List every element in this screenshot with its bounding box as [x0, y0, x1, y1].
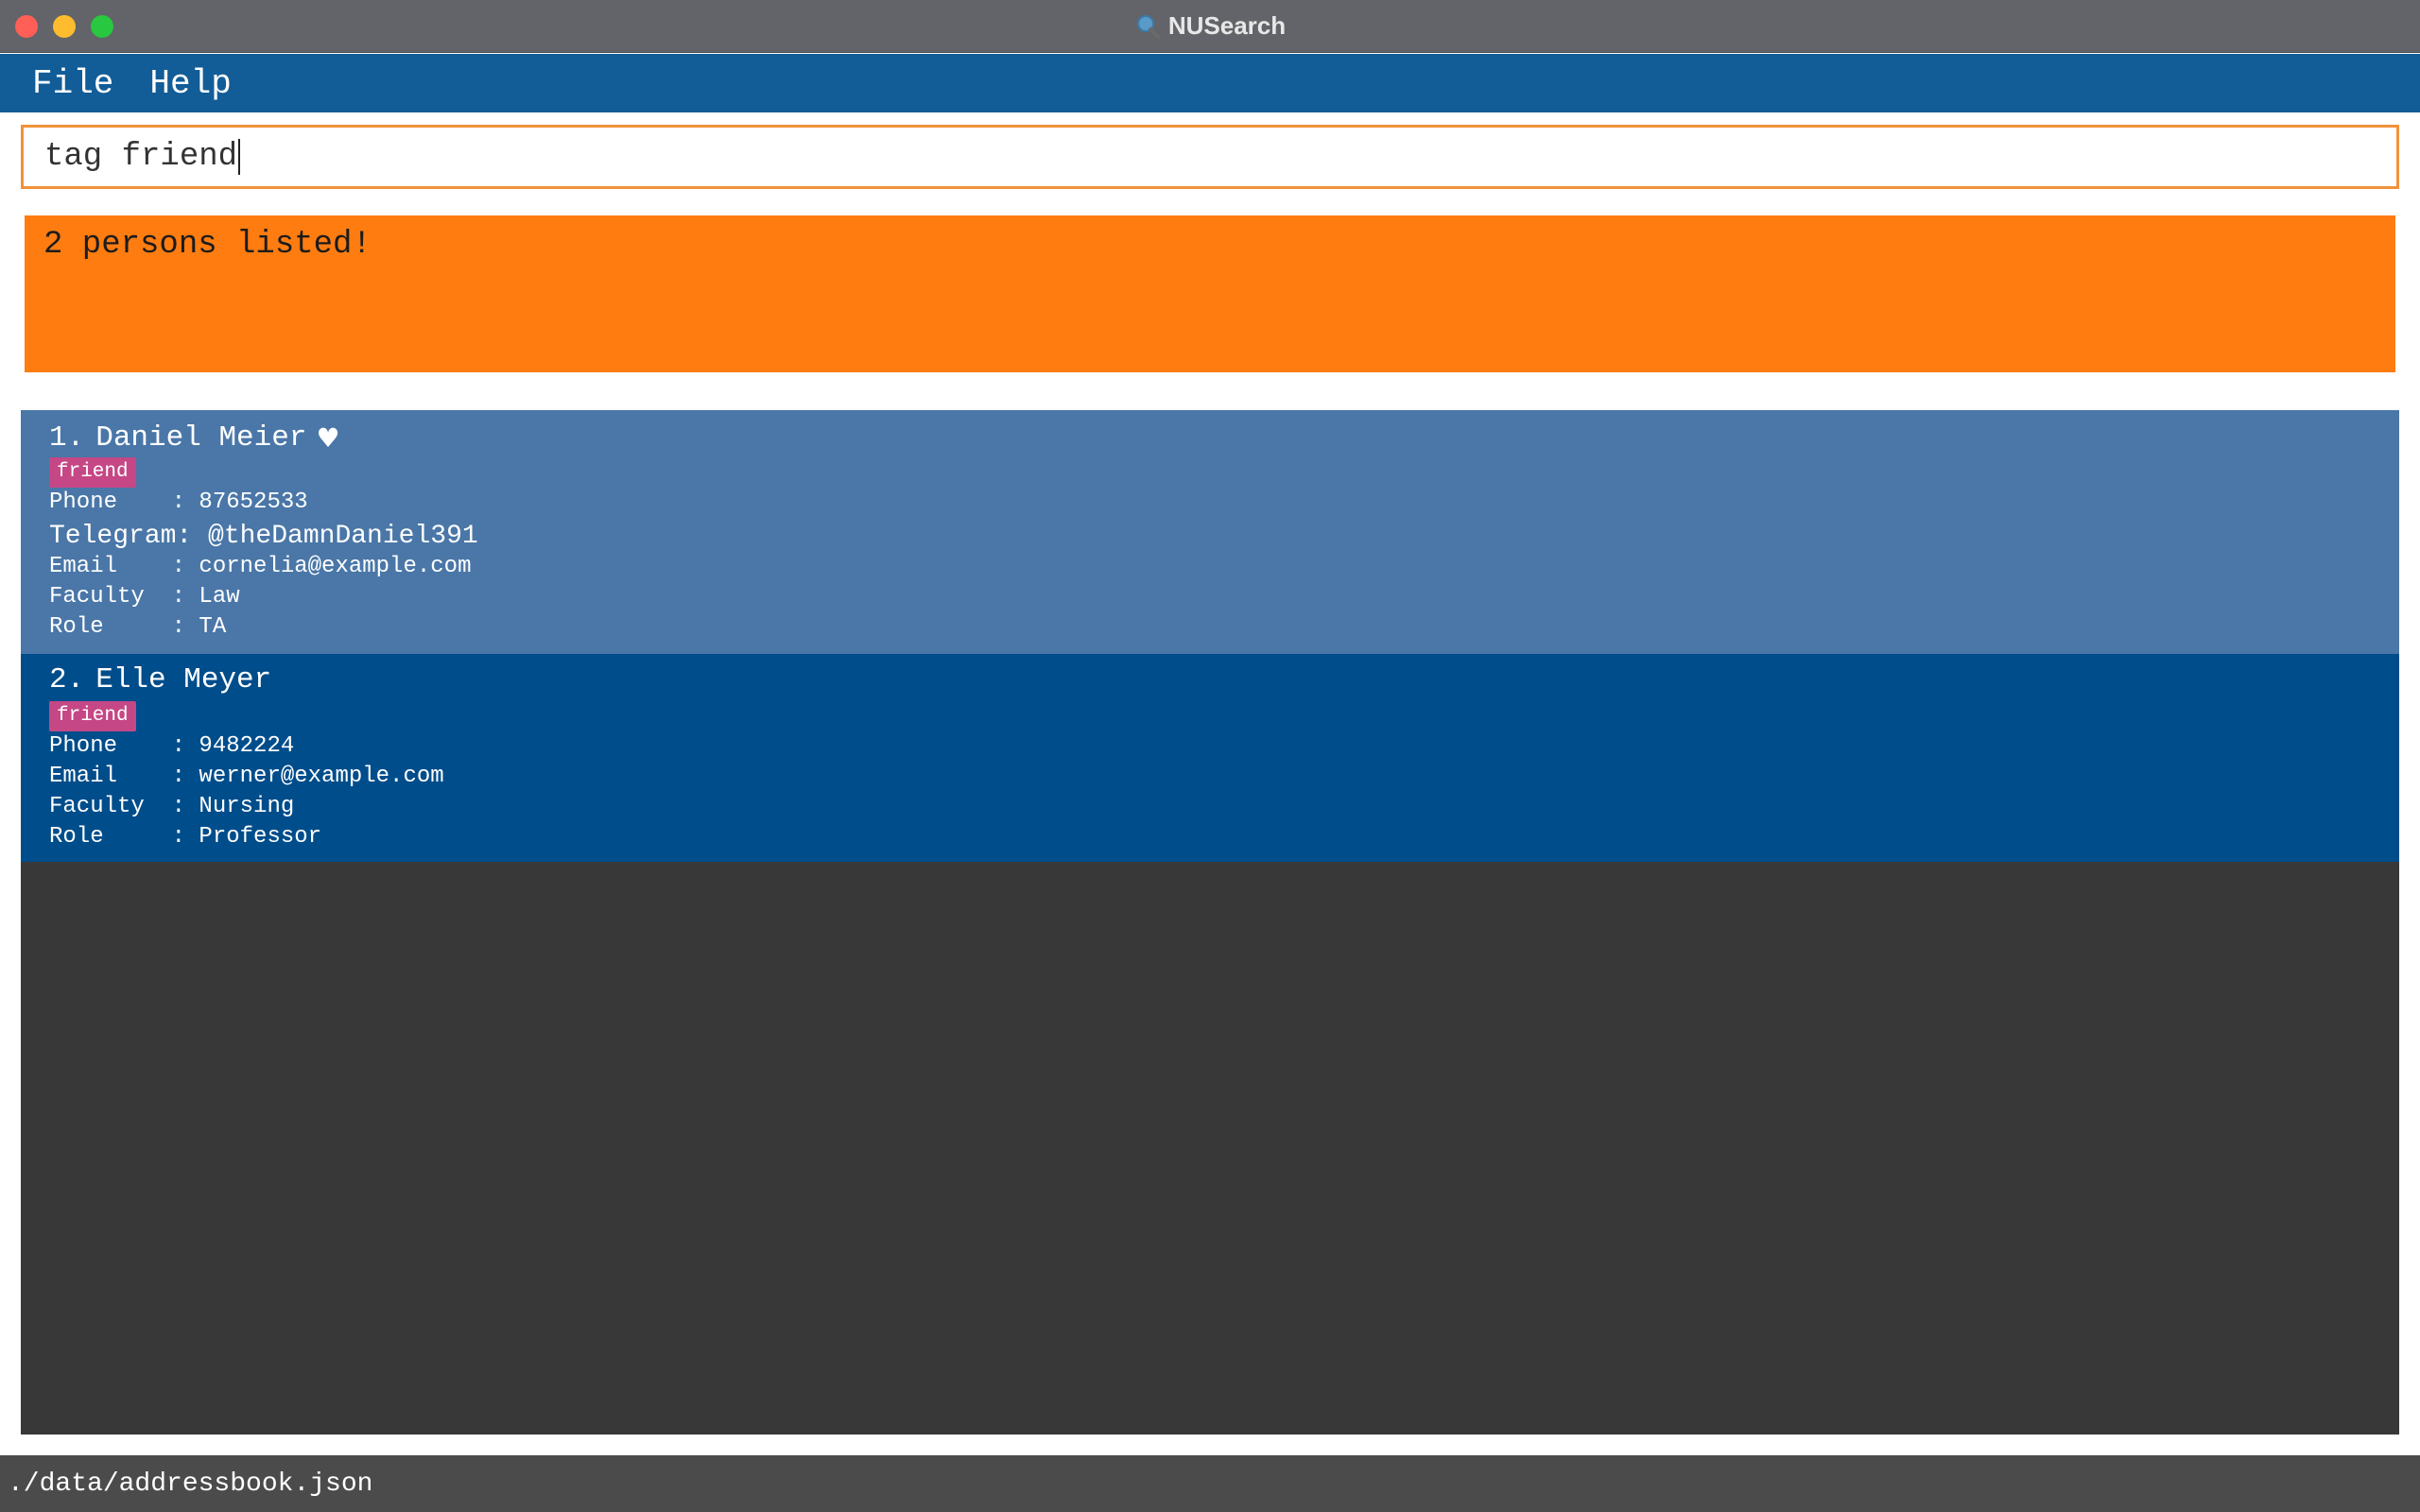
status-bar: ./data/addressbook.json [0, 1455, 2420, 1512]
person-role: Role : TA [49, 614, 227, 640]
menu-bar: File Help [0, 54, 2420, 112]
result-message: 2 persons listed! [43, 227, 372, 263]
person-telegram: Telegram: @theDamnDaniel391 [49, 522, 478, 551]
window-title-text: NUSearch [1167, 11, 1287, 40]
maximize-window-button[interactable] [91, 15, 113, 38]
close-window-button[interactable] [15, 15, 38, 38]
person-card[interactable]: 1. Daniel Meier ♥ friend Phone : 8765253… [21, 410, 2399, 654]
save-file-path: ./data/addressbook.json [8, 1469, 373, 1499]
person-phone: Phone : 9482224 [49, 733, 295, 759]
menu-file[interactable]: File [32, 64, 113, 103]
text-caret [238, 139, 241, 175]
person-email: Email : werner@example.com [49, 764, 444, 789]
menu-help[interactable]: Help [149, 64, 231, 103]
person-role: Role : Professor [49, 824, 322, 850]
tag-badge: friend [49, 457, 136, 488]
result-display: 2 persons listed! [25, 215, 2395, 372]
person-name-row: 2. Elle Meyer [49, 663, 271, 696]
person-list[interactable]: 1. Daniel Meier ♥ friend Phone : 8765253… [21, 410, 2399, 1435]
minimize-window-button[interactable] [53, 15, 76, 38]
person-index: 2. [49, 663, 85, 696]
window-controls [15, 15, 113, 38]
window-title: NUSearch [1134, 11, 1286, 41]
person-phone: Phone : 87652533 [49, 490, 308, 515]
heart-icon: ♥ [316, 422, 340, 454]
person-faculty: Faculty : Nursing [49, 794, 295, 819]
search-icon [1136, 14, 1160, 39]
person-name: Elle Meyer [95, 663, 272, 696]
person-index: 1. [49, 421, 85, 455]
window-title-bar: NUSearch [0, 0, 2420, 53]
person-card[interactable]: 2. Elle Meyer friend Phone : 9482224 Ema… [21, 654, 2399, 862]
tag-badge: friend [49, 701, 136, 731]
command-input[interactable]: tag friend [21, 125, 2399, 189]
person-name: Daniel Meier [95, 421, 307, 455]
command-input-text: tag friend [44, 139, 238, 175]
person-email: Email : cornelia@example.com [49, 554, 472, 579]
person-name-row: 1. Daniel Meier ♥ [49, 421, 340, 455]
person-faculty: Faculty : Law [49, 584, 240, 610]
